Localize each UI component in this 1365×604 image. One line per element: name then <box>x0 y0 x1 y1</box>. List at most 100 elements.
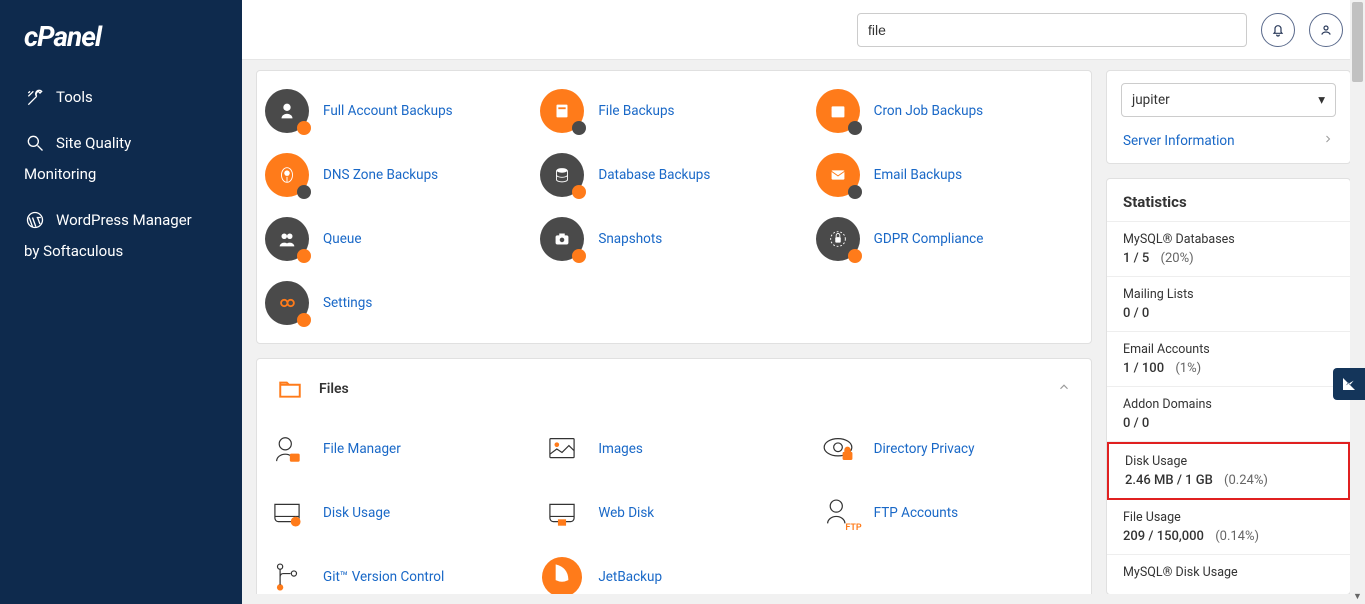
nav-wp-label2: by Softaculous <box>24 242 123 260</box>
right-sidebar: jupiter ▾ Server Information Statistics … <box>1106 70 1351 594</box>
ftp-icon: FTP <box>816 491 860 535</box>
item-web-disk[interactable]: Web Disk <box>538 487 809 539</box>
label: Cron Job Backups <box>874 103 983 119</box>
label: File Backups <box>598 103 674 119</box>
chevron-right-icon <box>1322 133 1334 149</box>
server-info-label: Server Information <box>1123 133 1235 149</box>
nav-wordpress[interactable]: WordPress Manager by Softaculous <box>0 198 242 275</box>
stat-value: 1 / 5 <box>1123 251 1149 266</box>
chevron-up-icon <box>1057 380 1071 398</box>
nav-wp-label1: WordPress Manager <box>56 208 192 234</box>
item-database-backups[interactable]: Database Backups <box>538 149 809 201</box>
stat-title: MySQL® Disk Usage <box>1123 565 1334 580</box>
stat-value: 0 / 0 <box>1123 416 1149 431</box>
wordpress-icon <box>24 209 46 231</box>
item-full-account-backups[interactable]: Full Account Backups <box>263 85 534 137</box>
stat-pct: (0.14%) <box>1215 529 1259 544</box>
logo-text: cPanel <box>24 20 101 53</box>
disk-usage-icon <box>265 491 309 535</box>
label: GDPR Compliance <box>874 231 984 247</box>
nav-site-quality[interactable]: Site Quality Monitoring <box>0 121 242 198</box>
stat-title: Mailing Lists <box>1123 287 1334 302</box>
theme-selected: jupiter <box>1132 92 1170 108</box>
notifications-button[interactable] <box>1261 13 1295 47</box>
stat-mysql-databases[interactable]: MySQL® Databases 1 / 5 (20%) <box>1107 222 1350 277</box>
item-disk-usage[interactable]: Disk Usage <box>263 487 534 539</box>
nav-tools-label: Tools <box>56 85 93 111</box>
stat-value: 209 / 150,000 <box>1123 529 1204 544</box>
item-git[interactable]: Git™ Version Control <box>263 551 534 594</box>
scrollbar-thumb[interactable] <box>1352 2 1363 82</box>
label: FTP Accounts <box>874 505 958 521</box>
scrollbar[interactable]: ▲ ▼ <box>1350 0 1365 604</box>
git-icon <box>265 555 309 594</box>
logo: cPanel <box>0 14 242 75</box>
stat-title: Addon Domains <box>1123 397 1334 412</box>
stats-header: Statistics <box>1107 179 1350 222</box>
item-ftp-accounts[interactable]: FTP FTP Accounts <box>814 487 1085 539</box>
caret-down-icon: ▾ <box>1318 92 1325 108</box>
item-snapshots[interactable]: Snapshots <box>538 213 809 265</box>
folder-icon <box>277 375 305 403</box>
item-images[interactable]: Images <box>538 423 809 475</box>
nav-sq-label1: Site Quality <box>56 131 131 157</box>
server-info-link[interactable]: Server Information <box>1121 127 1336 151</box>
stat-title: File Usage <box>1123 510 1334 525</box>
stat-addon-domains[interactable]: Addon Domains 0 / 0 <box>1107 387 1350 442</box>
theme-card: jupiter ▾ Server Information <box>1106 70 1351 164</box>
theme-select[interactable]: jupiter ▾ <box>1121 83 1336 117</box>
file-manager-icon <box>265 427 309 471</box>
stat-pct: (1%) <box>1175 361 1201 376</box>
label: File Manager <box>323 441 401 457</box>
chart-tab-button[interactable] <box>1333 368 1365 400</box>
files-panel: Files File Manager <box>256 358 1092 594</box>
item-directory-privacy[interactable]: Directory Privacy <box>814 423 1085 475</box>
label: DNS Zone Backups <box>323 167 438 183</box>
item-gdpr[interactable]: GDPR Compliance <box>814 213 1085 265</box>
scroll-down-arrow[interactable]: ▼ <box>1350 589 1365 604</box>
label: Git™ Version Control <box>323 569 444 585</box>
label: Disk Usage <box>323 505 390 521</box>
backups-panel: Full Account Backups File Backups Cron J… <box>256 70 1092 344</box>
files-panel-header[interactable]: Files <box>257 359 1091 419</box>
nav-tools[interactable]: Tools <box>0 75 242 121</box>
tools-icon <box>24 87 46 109</box>
label: Full Account Backups <box>323 103 453 119</box>
item-settings[interactable]: Settings <box>263 277 534 329</box>
stat-disk-usage[interactable]: Disk Usage 2.46 MB / 1 GB (0.24%) <box>1107 442 1350 500</box>
item-file-manager[interactable]: File Manager <box>263 423 534 475</box>
label: Web Disk <box>598 505 654 521</box>
label: Settings <box>323 295 372 311</box>
item-dns-zone-backups[interactable]: DNS Zone Backups <box>263 149 534 201</box>
stat-file-usage[interactable]: File Usage 209 / 150,000 (0.14%) <box>1107 500 1350 555</box>
stat-value: 0 / 0 <box>1123 306 1149 321</box>
stat-pct: (0.24%) <box>1224 473 1268 488</box>
stat-title: MySQL® Databases <box>1123 232 1334 247</box>
magnify-icon <box>24 132 46 154</box>
item-cron-job-backups[interactable]: Cron Job Backups <box>814 85 1085 137</box>
label: Email Backups <box>874 167 962 183</box>
topbar <box>242 0 1365 60</box>
user-button[interactable] <box>1309 13 1343 47</box>
stat-title: Email Accounts <box>1123 342 1334 357</box>
stat-value: 2.46 MB / 1 GB <box>1125 473 1213 488</box>
item-queue[interactable]: Queue <box>263 213 534 265</box>
label: Images <box>598 441 643 457</box>
stat-mysql-disk-usage[interactable]: MySQL® Disk Usage <box>1107 555 1350 594</box>
nav-sq-label2: Monitoring <box>24 165 96 183</box>
main-content: Full Account Backups File Backups Cron J… <box>256 70 1092 594</box>
item-email-backups[interactable]: Email Backups <box>814 149 1085 201</box>
stat-title: Disk Usage <box>1125 454 1332 469</box>
item-file-backups[interactable]: File Backups <box>538 85 809 137</box>
label: Database Backups <box>598 167 710 183</box>
jetbackup-icon <box>540 555 584 594</box>
web-disk-icon <box>540 491 584 535</box>
label: JetBackup <box>598 569 662 585</box>
directory-privacy-icon <box>816 427 860 471</box>
stat-email-accounts[interactable]: Email Accounts 1 / 100 (1%) <box>1107 332 1350 387</box>
item-jetbackup[interactable]: JetBackup <box>538 551 809 594</box>
stat-pct: (20%) <box>1161 251 1194 266</box>
search-input[interactable] <box>857 13 1247 47</box>
label: Queue <box>323 231 362 247</box>
stat-mailing-lists[interactable]: Mailing Lists 0 / 0 <box>1107 277 1350 332</box>
